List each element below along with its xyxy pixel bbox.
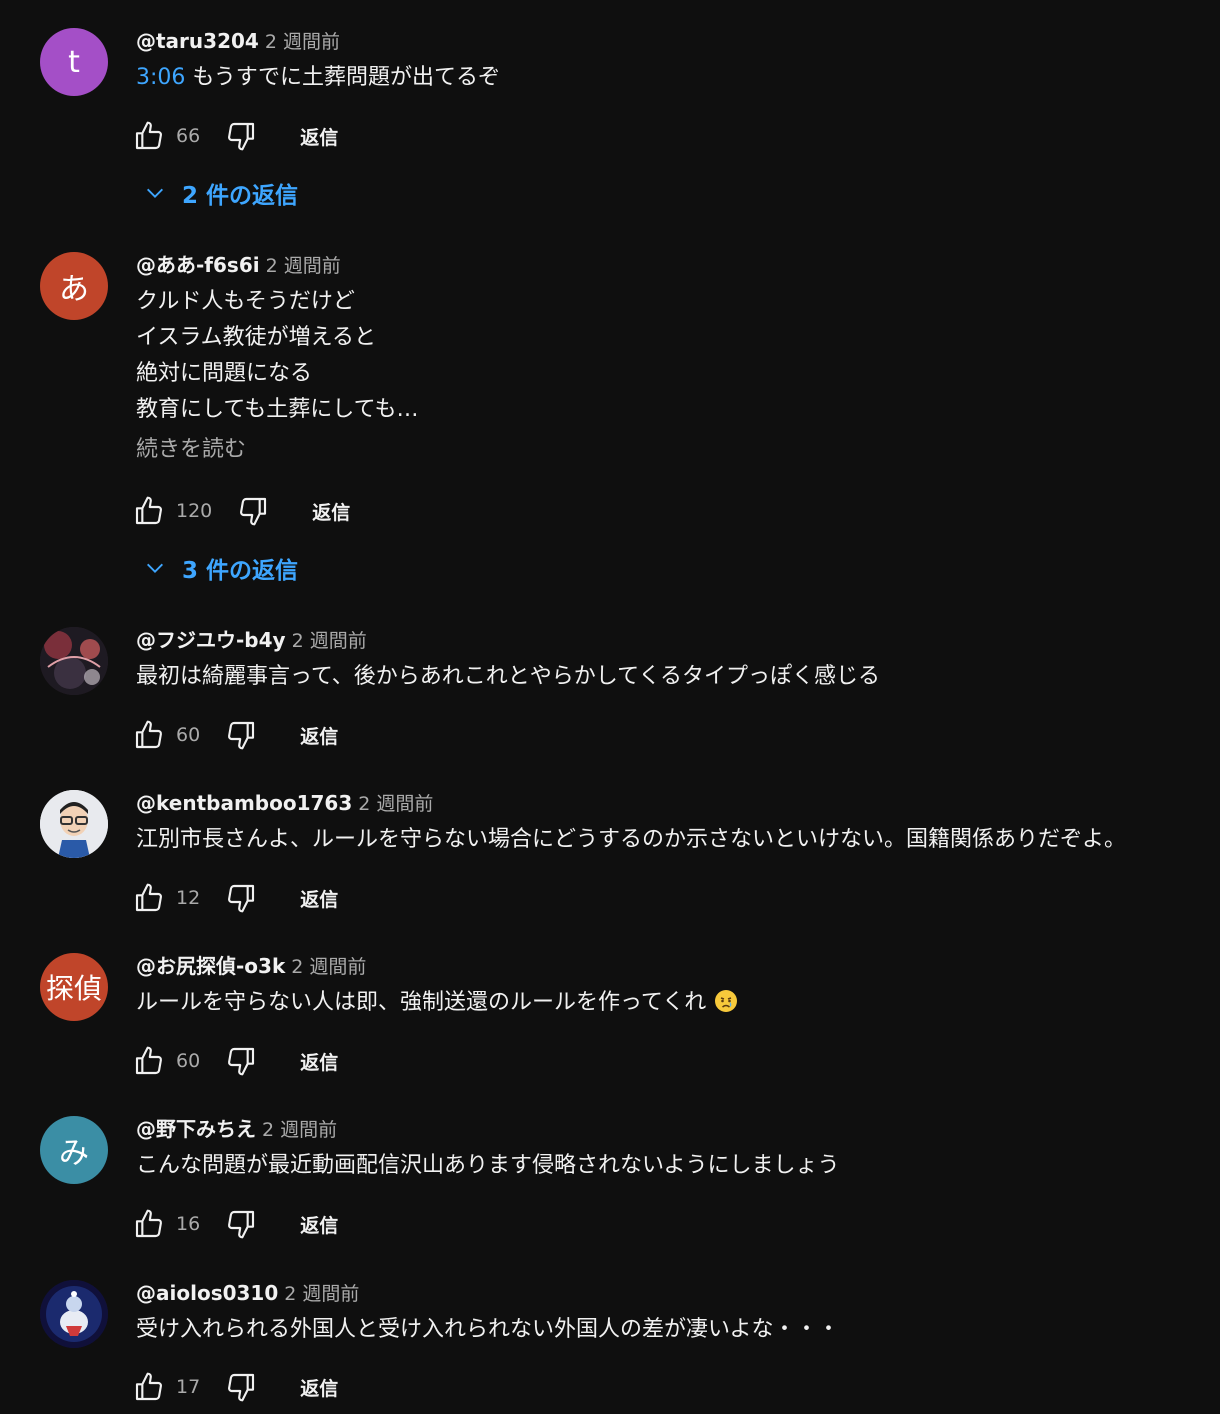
dislike-icon[interactable]: [236, 494, 270, 528]
dislike-icon[interactable]: [224, 881, 258, 915]
comment-text: 江別市長さんよ、ルールを守らない場合にどうするのか示さないといけない。国籍関係あ…: [136, 827, 1127, 852]
comment-body: @taru3204 2 週間前 3:06 もうすでに土葬問題が出てるぞ: [136, 28, 1220, 96]
comment-actions: 120 返信: [132, 491, 350, 531]
comment-time[interactable]: 2 週間前: [265, 31, 340, 53]
avatar-letter: 探偵: [45, 972, 102, 1005]
comment-author[interactable]: @ああ-f6s6i: [136, 253, 260, 277]
read-more-link[interactable]: 続きを読む: [136, 432, 1220, 468]
avatar[interactable]: 探偵: [40, 953, 108, 1021]
replies-count-label: 3 件の返信: [182, 558, 299, 584]
comment-actions: 60 返信: [132, 715, 338, 755]
comment-body: @野下みちえ 2 週間前 こんな問題が最近動画配信沢山あります侵略されないようにし…: [136, 1116, 1220, 1184]
reply-button[interactable]: 返信: [300, 1048, 338, 1075]
comment-author[interactable]: @taru3204: [136, 29, 259, 53]
dislike-icon[interactable]: [224, 718, 258, 752]
dislike-icon[interactable]: [224, 1207, 258, 1241]
like-count: 60: [176, 724, 201, 746]
view-replies-button[interactable]: 2 件の返信: [140, 173, 298, 213]
comment-actions: 60 返信: [132, 1041, 338, 1081]
comment-time[interactable]: 2 週間前: [292, 630, 367, 652]
comment-text: 3:06 もうすでに土葬問題が出てるぞ: [136, 60, 1220, 96]
comment-body: @kentbamboo1763 2 週間前 江別市長さんよ、ルールを守らない場合に…: [136, 790, 1220, 858]
comment-author[interactable]: @aiolos0310: [136, 1281, 278, 1305]
like-count: 16: [176, 1213, 201, 1235]
like-icon[interactable]: [132, 119, 166, 153]
avatar-letter: t: [68, 44, 80, 80]
avatar[interactable]: み: [40, 1116, 108, 1184]
like-icon[interactable]: [132, 1207, 166, 1241]
reply-button[interactable]: 返信: [300, 722, 338, 749]
comment-body: @ああ-f6s6i 2 週間前 クルド人もそうだけど イスラム教徒が増えると 絶対…: [136, 252, 1220, 468]
comment-actions: 16 返信: [132, 1204, 338, 1244]
crying-face-icon: [715, 990, 738, 1012]
avatar-letter: あ: [59, 272, 89, 307]
comment-time[interactable]: 2 週間前: [291, 956, 366, 978]
comment-time[interactable]: 2 週間前: [262, 1119, 337, 1141]
view-replies-button[interactable]: 3 件の返信: [140, 548, 298, 588]
chevron-down-icon: [140, 553, 170, 583]
reply-button[interactable]: 返信: [300, 885, 338, 912]
comment-time[interactable]: 2 週間前: [266, 255, 341, 277]
avatar-letter: み: [59, 1136, 89, 1171]
avatar[interactable]: あ: [40, 252, 108, 320]
like-count: 17: [176, 1376, 201, 1398]
comment-body: @フジユウ-b4y 2 週間前 最初は綺麗事言って、後からあれこれとやらかしてくる…: [136, 627, 1220, 695]
comment-text: クルド人もそうだけど イスラム教徒が増えると 絶対に問題になる 教育にしても土葬…: [136, 289, 419, 422]
like-icon[interactable]: [132, 494, 166, 528]
chevron-down-icon: [140, 178, 170, 208]
comment-author[interactable]: @お尻探偵-o3k: [136, 954, 285, 978]
like-icon[interactable]: [132, 1044, 166, 1078]
comment-time[interactable]: 2 週間前: [358, 793, 433, 815]
comment-text: 受け入れられる外国人と受け入れられない外国人の差が凄いよな・・・: [136, 1317, 840, 1342]
reply-button[interactable]: 返信: [300, 123, 338, 150]
comment-text-body: ルールを守らない人は即、強制送還のルールを作ってくれ: [136, 990, 707, 1015]
like-count: 60: [176, 1050, 201, 1072]
comment-actions: 17 返信: [132, 1367, 338, 1407]
avatar-image: [40, 1280, 108, 1348]
comment-text: こんな問題が最近動画配信沢山あります侵略されないようにしましょう: [136, 1153, 840, 1178]
avatar[interactable]: t: [40, 28, 108, 96]
video-timestamp-link[interactable]: 3:06: [136, 65, 185, 90]
like-icon[interactable]: [132, 718, 166, 752]
comment-text: ルールを守らない人は即、強制送還のルールを作ってくれ: [136, 985, 1220, 1021]
comment-body: @aiolos0310 2 週間前 受け入れられる外国人と受け入れられない外国人の…: [136, 1280, 1220, 1348]
like-count: 12: [176, 887, 201, 909]
replies-count-label: 2 件の返信: [182, 183, 299, 209]
reply-button[interactable]: 返信: [300, 1374, 338, 1401]
reply-button[interactable]: 返信: [312, 498, 350, 525]
avatar-image: [40, 790, 108, 858]
dislike-icon[interactable]: [224, 1370, 258, 1404]
like-icon[interactable]: [132, 1370, 166, 1404]
avatar-image: [40, 627, 108, 695]
like-icon[interactable]: [132, 881, 166, 915]
like-count: 66: [176, 125, 201, 147]
avatar[interactable]: [40, 790, 108, 858]
comment-time[interactable]: 2 週間前: [284, 1283, 359, 1305]
comment-text: 最初は綺麗事言って、後からあれこれとやらかしてくるタイプっぽく感じる: [136, 664, 881, 689]
comment-author[interactable]: @kentbamboo1763: [136, 791, 352, 815]
avatar[interactable]: [40, 1280, 108, 1348]
like-count: 120: [176, 500, 213, 522]
comment-actions: 66 返信: [132, 116, 338, 156]
comment-actions: 12 返信: [132, 878, 338, 918]
comment-author[interactable]: @フジユウ-b4y: [136, 628, 286, 652]
dislike-icon[interactable]: [224, 119, 258, 153]
comment-text-body: もうすでに土葬問題が出てるぞ: [192, 65, 500, 90]
comment-body: @お尻探偵-o3k 2 週間前 ルールを守らない人は即、強制送還のルールを作ってく…: [136, 953, 1220, 1021]
reply-button[interactable]: 返信: [300, 1211, 338, 1238]
comment-author[interactable]: @野下みちえ: [136, 1117, 256, 1141]
dislike-icon[interactable]: [224, 1044, 258, 1078]
avatar[interactable]: [40, 627, 108, 695]
